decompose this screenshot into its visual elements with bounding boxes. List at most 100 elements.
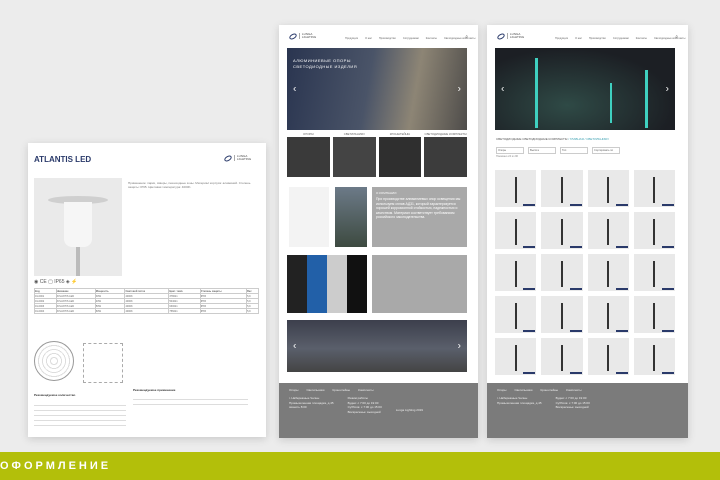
more-button[interactable] <box>662 287 674 290</box>
nav-item[interactable]: О нас <box>575 37 582 40</box>
footer-link[interactable]: Кронштейны <box>332 388 350 392</box>
footer-link[interactable]: Светильники <box>306 388 324 392</box>
product-image <box>607 345 610 371</box>
certification-icons: ◉ CE ▢ IP65 ◈ ⚡ <box>34 279 78 285</box>
product-image <box>560 219 563 245</box>
more-button[interactable] <box>523 203 536 206</box>
nav-item[interactable]: Светодиодные комплекты <box>654 37 685 40</box>
more-button[interactable] <box>569 245 582 248</box>
product-card[interactable] <box>495 296 537 333</box>
nav-item[interactable]: Продукция <box>555 37 568 40</box>
next-arrow[interactable]: › <box>666 84 669 95</box>
nav-item[interactable]: Производство <box>379 37 396 40</box>
product-image <box>514 303 517 329</box>
bottom-table-right <box>133 395 248 407</box>
more-button[interactable] <box>662 245 674 248</box>
next-arrow[interactable]: › <box>458 341 461 352</box>
product-card[interactable] <box>541 338 583 375</box>
catalog-hero: ‹ › <box>495 48 675 130</box>
section-label: ОФОРМЛЕНИЕ <box>0 460 112 472</box>
more-button[interactable] <box>523 371 536 374</box>
sort-select[interactable]: Сортировать по <box>592 147 620 154</box>
more-button[interactable] <box>615 245 628 248</box>
footer-link[interactable]: Опоры <box>497 388 506 392</box>
footer-link[interactable]: Кронштейны <box>540 388 558 392</box>
main-nav: Продукция О нас Производство Сотрудникам Кон… <box>555 37 685 40</box>
more-button[interactable] <box>615 203 628 206</box>
nav-item[interactable]: Продукция <box>345 37 358 40</box>
more-button[interactable] <box>523 245 536 248</box>
product-image <box>653 177 656 203</box>
nav-item[interactable]: Сотрудникам <box>403 37 419 40</box>
product-image <box>653 303 656 329</box>
filter-select[interactable]: Высота <box>528 147 556 154</box>
nav-item[interactable]: Контакты <box>636 37 647 40</box>
table-cell: IP65 <box>199 308 248 314</box>
hero-slider: Алюминиевые опоры светодиодные изделия ‹… <box>287 48 467 130</box>
prev-arrow[interactable]: ‹ <box>501 84 504 95</box>
product-card[interactable] <box>495 212 537 249</box>
product-image <box>514 177 517 203</box>
product-card[interactable] <box>495 170 537 207</box>
product-card[interactable] <box>541 254 583 291</box>
product-card[interactable] <box>633 254 675 291</box>
more-button[interactable] <box>569 287 582 290</box>
nav-item[interactable]: Светодиодные комплекты <box>444 37 475 40</box>
more-button[interactable] <box>523 329 536 332</box>
more-button[interactable] <box>569 203 582 206</box>
spec-table: Код Название Мощность Световой поток Цвет. т… <box>34 288 259 314</box>
product-card[interactable] <box>587 296 629 333</box>
footer-link[interactable]: Комплекты <box>566 388 581 392</box>
site-logo[interactable]: LUNGA LIGHTING <box>288 31 317 41</box>
product-image <box>514 219 517 245</box>
footer-link[interactable]: Опоры <box>289 388 298 392</box>
nav-item[interactable]: Производство <box>589 37 606 40</box>
site-footer: Опоры Светильники Кронштейны Комплекты г. Н… <box>487 383 688 438</box>
next-arrow[interactable]: › <box>458 84 461 95</box>
bottom-table-left <box>34 401 126 426</box>
category-card[interactable]: Опоры <box>287 132 330 177</box>
more-button[interactable] <box>523 287 536 290</box>
product-image <box>653 345 656 371</box>
datasheet-title: ATLANTIS LED <box>34 155 92 164</box>
more-button[interactable] <box>662 203 674 206</box>
footer-link[interactable]: Светильники <box>514 388 532 392</box>
product-card[interactable] <box>541 296 583 333</box>
prev-arrow[interactable]: ‹ <box>293 341 296 352</box>
filter-select[interactable]: Тип <box>560 147 588 154</box>
product-card[interactable] <box>541 212 583 249</box>
category-card[interactable]: Светодиодные комплекты <box>424 132 467 177</box>
category-card[interactable]: Светильники <box>332 132 376 177</box>
more-button[interactable] <box>615 329 628 332</box>
product-card[interactable] <box>633 170 675 207</box>
nav-item[interactable]: Контакты <box>426 37 437 40</box>
light-distribution-diagram <box>34 341 74 381</box>
product-card[interactable] <box>633 212 675 249</box>
product-card[interactable] <box>587 254 629 291</box>
product-card[interactable] <box>541 170 583 207</box>
nav-item[interactable]: Сотрудникам <box>613 37 629 40</box>
product-card[interactable] <box>587 170 629 207</box>
product-card[interactable] <box>633 296 675 333</box>
more-button[interactable] <box>615 371 628 374</box>
product-card[interactable] <box>495 338 537 375</box>
search-icon[interactable]: ⌕ <box>465 34 468 40</box>
product-card[interactable] <box>495 254 537 291</box>
category-card[interactable]: Кронштейны <box>378 132 422 177</box>
more-button[interactable] <box>615 287 628 290</box>
product-card[interactable] <box>587 338 629 375</box>
datasheet-page: ATLANTIS LED LUNGA LIGHTING Применение: … <box>28 143 266 437</box>
prev-arrow[interactable]: ‹ <box>293 84 296 95</box>
more-button[interactable] <box>569 329 582 332</box>
more-button[interactable] <box>662 371 674 374</box>
product-card[interactable] <box>587 212 629 249</box>
footer-link[interactable]: Комплекты <box>358 388 373 392</box>
filter-select[interactable]: Опоры <box>496 147 524 154</box>
search-icon[interactable]: ⌕ <box>675 34 678 40</box>
site-logo[interactable]: LUNGA LIGHTING <box>496 31 525 41</box>
dimension-drawing <box>83 343 123 383</box>
nav-item[interactable]: О нас <box>365 37 372 40</box>
product-card[interactable] <box>633 338 675 375</box>
more-button[interactable] <box>569 371 582 374</box>
more-button[interactable] <box>662 329 674 332</box>
